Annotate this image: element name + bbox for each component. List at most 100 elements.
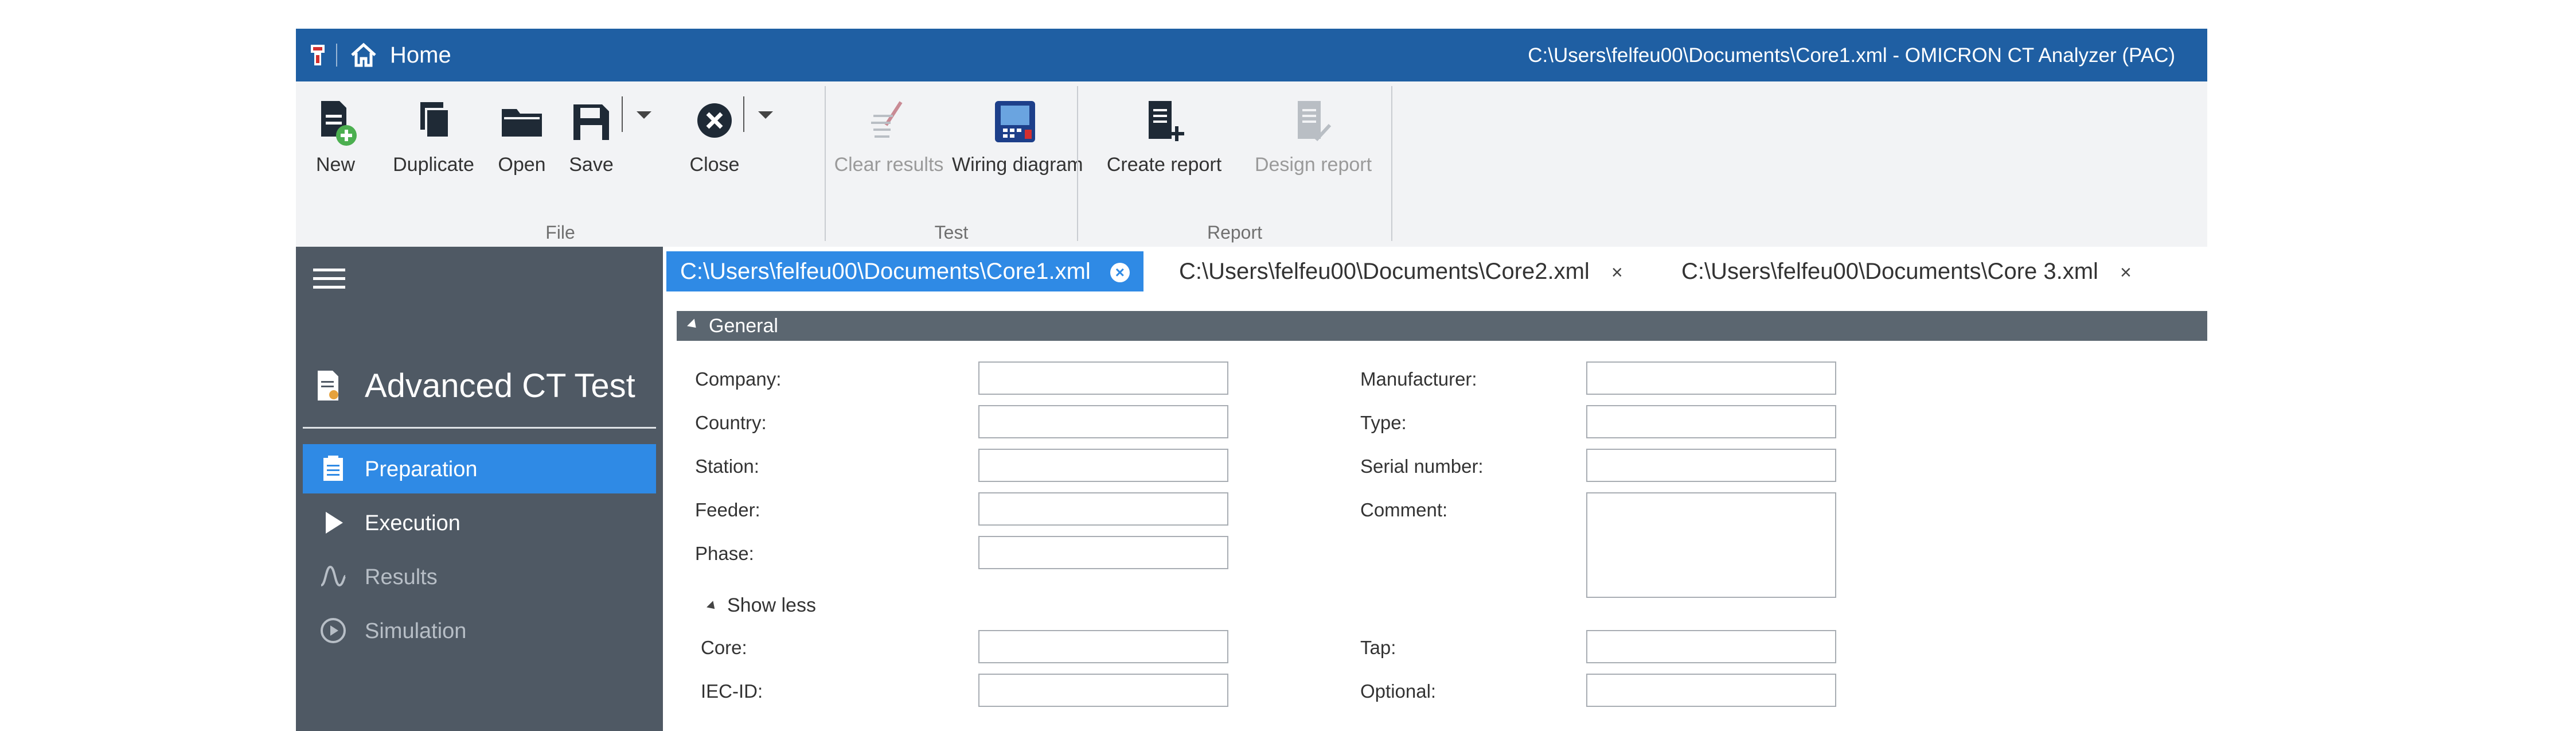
omicron-logo-icon: [311, 45, 325, 65]
main-content: C:\Users\felfeu00\Documents\Core1.xml × C…: [663, 247, 2207, 731]
core-label: Core:: [701, 637, 747, 658]
save-button[interactable]: Save: [560, 91, 623, 200]
ribbon-group-report-label: Report: [1207, 222, 1263, 243]
open-button[interactable]: Open: [487, 91, 556, 200]
save-label: Save: [569, 154, 614, 176]
tab-core1[interactable]: C:\Users\felfeu00\Documents\Core1.xml ×: [666, 251, 1143, 291]
serial-number-input[interactable]: [1586, 449, 1836, 482]
menu-icon[interactable]: [313, 269, 345, 291]
broom-icon: [871, 101, 903, 138]
sidebar-item-label: Preparation: [365, 457, 478, 481]
collapse-triangle-icon: [687, 318, 700, 332]
phase-label: Phase:: [695, 543, 754, 564]
tap-label: Tap:: [1360, 637, 1396, 658]
core-input[interactable]: [978, 630, 1228, 663]
tab-label: C:\Users\felfeu00\Documents\Core 3.xml: [1681, 259, 2098, 284]
sidebar-item-preparation[interactable]: Preparation: [303, 444, 656, 493]
simulation-icon: [321, 618, 346, 643]
station-input[interactable]: [978, 449, 1228, 482]
duplicate-button[interactable]: Duplicate: [388, 91, 479, 200]
ribbon-group-report: Create report Design report Report: [1078, 81, 1391, 247]
optional-label: Optional:: [1360, 681, 1437, 702]
sidebar-item-label: Simulation: [365, 619, 467, 643]
new-label: New: [315, 154, 356, 176]
save-icon: [573, 104, 609, 140]
new-button[interactable]: New: [304, 91, 367, 200]
comment-textarea[interactable]: [1586, 492, 1836, 598]
manufacturer-input[interactable]: [1586, 361, 1836, 395]
company-input[interactable]: [978, 361, 1228, 395]
type-label: Type:: [1360, 412, 1407, 433]
general-section-header[interactable]: General: [677, 311, 2207, 341]
close-dropdown-separator: [743, 96, 744, 132]
phase-input[interactable]: [978, 536, 1228, 569]
sidebar: Advanced CT Test Preparation Execution R…: [296, 247, 663, 731]
home-tab[interactable]: Home: [390, 40, 451, 70]
tab-close-icon[interactable]: ×: [1110, 263, 1130, 283]
design-report-button[interactable]: Design report: [1244, 91, 1382, 200]
manufacturer-label: Manufacturer:: [1360, 368, 1477, 390]
title-bar: Home C:\Users\felfeu00\Documents\Core1.x…: [296, 29, 2207, 81]
create-report-label: Create report: [1106, 154, 1222, 176]
open-label: Open: [498, 154, 546, 176]
iec-id-input[interactable]: [978, 674, 1228, 707]
ribbon-group-test: Clear results Wiring diagram Test: [826, 81, 1083, 247]
country-label: Country:: [695, 412, 767, 433]
close-button[interactable]: Close: [674, 91, 755, 200]
save-dropdown-separator: [622, 96, 623, 132]
tab-core3[interactable]: C:\Users\felfeu00\Documents\Core 3.xml ×: [1681, 251, 2132, 291]
comment-label: Comment:: [1360, 499, 1448, 520]
tab-close-icon[interactable]: ×: [2120, 262, 2132, 283]
test-document-icon: [318, 371, 338, 401]
serial-number-label: Serial number:: [1360, 456, 1484, 477]
report-add-icon: [1149, 101, 1184, 141]
tab-label: C:\Users\felfeu00\Documents\Core1.xml: [680, 259, 1091, 284]
app-window: Home C:\Users\felfeu00\Documents\Core1.x…: [296, 29, 2207, 731]
clear-results-button[interactable]: Clear results: [826, 91, 952, 200]
general-section-title: General: [709, 315, 778, 337]
feeder-label: Feeder:: [695, 499, 760, 520]
company-label: Company:: [695, 368, 782, 390]
optional-input[interactable]: [1586, 674, 1836, 707]
type-input[interactable]: [1586, 405, 1836, 438]
window-title: C:\Users\felfeu00\Documents\Core1.xml - …: [1528, 44, 2175, 67]
wave-icon: [321, 565, 346, 587]
play-icon: [326, 512, 343, 534]
design-report-label: Design report: [1254, 154, 1372, 176]
tab-label: C:\Users\felfeu00\Documents\Core2.xml: [1179, 259, 1590, 284]
sidebar-divider: [303, 427, 656, 429]
sidebar-item-label: Execution: [365, 511, 460, 535]
tap-input[interactable]: [1586, 630, 1836, 663]
sidebar-item-results[interactable]: Results: [303, 552, 656, 601]
ribbon: New Duplicate Open Save Close File Clear…: [296, 81, 2207, 248]
close-label: Close: [689, 154, 740, 176]
tab-core2[interactable]: C:\Users\felfeu00\Documents\Core2.xml ×: [1179, 251, 1623, 291]
document-tabs: C:\Users\felfeu00\Documents\Core1.xml × C…: [663, 247, 2207, 294]
sidebar-item-execution[interactable]: Execution: [303, 498, 656, 547]
ribbon-group-file: New Duplicate Open Save Close File: [296, 81, 825, 247]
report-edit-icon: [1298, 101, 1332, 142]
ribbon-group-file-label: File: [545, 222, 575, 243]
new-document-icon: [321, 101, 357, 146]
country-input[interactable]: [978, 405, 1228, 438]
sidebar-item-simulation[interactable]: Simulation: [303, 606, 656, 655]
collapse-triangle-icon: [707, 601, 718, 612]
close-dropdown-arrow-icon[interactable]: [758, 111, 773, 119]
ribbon-group-separator: [1391, 86, 1392, 241]
show-less-label: Show less: [727, 594, 816, 616]
wiring-diagram-button[interactable]: Wiring diagram: [952, 91, 1083, 200]
test-title: Advanced CT Test: [365, 367, 635, 405]
close-circle-icon: [697, 103, 732, 138]
create-report-button[interactable]: Create report: [1090, 91, 1239, 200]
feeder-input[interactable]: [978, 492, 1228, 526]
wiring-diagram-label: Wiring diagram: [952, 154, 1083, 176]
tab-close-icon[interactable]: ×: [1611, 262, 1623, 283]
home-icon[interactable]: [350, 41, 377, 69]
clipboard-icon: [323, 456, 343, 481]
folder-open-icon: [502, 109, 542, 137]
save-dropdown-arrow-icon[interactable]: [637, 111, 651, 119]
ribbon-group-test-label: Test: [934, 222, 969, 243]
show-less-toggle[interactable]: Show less: [707, 594, 816, 617]
sidebar-item-label: Results: [365, 565, 438, 589]
iec-id-label: IEC-ID:: [701, 681, 763, 702]
